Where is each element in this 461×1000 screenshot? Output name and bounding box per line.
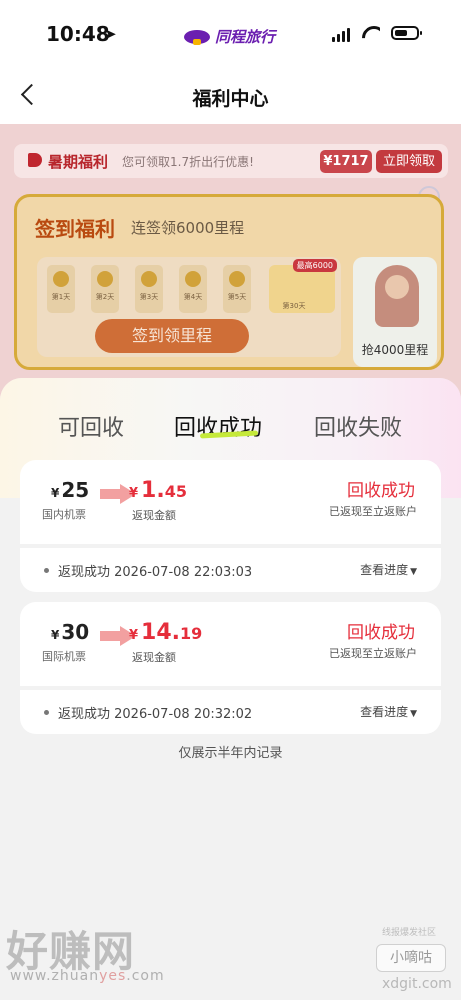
record-time: 返现成功 2026-07-08 22:03:03 <box>58 565 253 580</box>
tab-bar: 可回收 回收成功 回收失败 <box>0 410 461 450</box>
history-note: 仅展示半年内记录 <box>178 746 283 761</box>
watermark-tagline: 线报爆发社区 <box>382 928 437 938</box>
signal-icon <box>332 28 350 42</box>
view-progress-link[interactable]: 查看进度 ▼ <box>360 703 417 720</box>
location-arrow-icon: ➤ <box>104 25 117 43</box>
brand-name: 同程旅行 <box>215 28 276 46</box>
chevron-down-icon: ▼ <box>410 709 417 719</box>
day-label: 第3天 <box>139 293 159 301</box>
record-status-desc: 已返现至立返账户 <box>329 647 417 660</box>
cashback-amount: ¥14.19 <box>129 620 203 645</box>
day-label: 第5天 <box>227 293 247 301</box>
original-amount: ¥25 <box>51 478 90 502</box>
page-title: 福利中心 <box>192 88 269 110</box>
max-tag: 最高6000 <box>292 259 337 272</box>
chevron-down-icon: ▼ <box>410 567 417 577</box>
view-progress-link[interactable]: 查看进度 ▼ <box>360 561 417 578</box>
coin-icon <box>53 271 69 287</box>
original-amount: ¥30 <box>51 620 90 644</box>
record-card: ¥25 国内机票 ¥1.45 返现金额 回收成功 已返现至立返账户 返现成功 2… <box>20 460 441 592</box>
record-time: 返现成功 2026-07-08 20:32:02 <box>58 707 253 722</box>
checkin-subtitle: 连签领6000里程 <box>131 219 245 237</box>
character-illustration <box>375 265 419 327</box>
cashback-label: 返现金额 <box>132 651 176 664</box>
record-status: 回收成功 <box>347 623 415 643</box>
wifi-icon <box>362 26 380 40</box>
banner-description: 您可领取1.7折出行优惠! <box>122 155 254 169</box>
coin-icon <box>229 271 245 287</box>
coin-icon <box>185 271 201 287</box>
record-status-desc: 已返现至立返账户 <box>329 505 417 518</box>
banner-price: ¥1717 <box>320 150 372 173</box>
brand-logo-icon <box>184 29 210 45</box>
bullet-dot <box>44 710 49 715</box>
day-label: 第1天 <box>51 293 71 301</box>
cashback-label: 返现金额 <box>132 509 176 522</box>
coin-icon <box>141 271 157 287</box>
record-footer: 返现成功 2026-07-08 22:03:03 查看进度 ▼ <box>20 548 441 592</box>
checkin-button[interactable]: 签到领里程 <box>95 319 249 353</box>
cashback-amount: ¥1.45 <box>129 478 187 503</box>
tab-recycle-failed[interactable]: 回收失败 <box>314 410 402 442</box>
navigation-bar: 福利中心 <box>0 66 461 124</box>
day-item: 第2天 <box>91 265 119 313</box>
status-time: 10:48 <box>46 22 110 46</box>
checkin-card: 签到福利 连签领6000里程 第1天 第2天 第3天 第4天 第5天 最高600… <box>14 194 444 370</box>
record-footer: 返现成功 2026-07-08 20:32:02 查看进度 ▼ <box>20 690 441 734</box>
record-status: 回收成功 <box>347 481 415 501</box>
record-summary: ¥30 国际机票 ¥14.19 返现金额 回收成功 已返现至立返账户 <box>20 602 441 686</box>
day-item: 第1天 <box>47 265 75 313</box>
promo-banner[interactable]: 暑期福利 您可领取1.7折出行优惠! ¥1717 立即领取 <box>14 144 448 178</box>
watermark-badge: 小嘀咕 <box>376 944 446 972</box>
record-card: ¥30 国际机票 ¥14.19 返现金额 回收成功 已返现至立返账户 返现成功 … <box>20 602 441 734</box>
day-item: 第4天 <box>179 265 207 313</box>
coin-icon <box>97 271 113 287</box>
record-summary: ¥25 国内机票 ¥1.45 返现金额 回收成功 已返现至立返账户 <box>20 460 441 544</box>
speaker-icon <box>28 153 42 167</box>
ticket-type: 国际机票 <box>42 650 86 663</box>
status-bar: 10:48 ➤ 同程旅行 <box>0 0 461 66</box>
ticket-type: 国内机票 <box>42 508 86 521</box>
day-label: 第30天 <box>282 302 306 310</box>
claim-button[interactable]: 立即领取 <box>376 150 442 173</box>
mileage-card[interactable]: 抢4000里程 <box>353 257 437 367</box>
day-item: 第5天 <box>223 265 251 313</box>
battery-icon <box>391 26 422 40</box>
day-30-item: 最高6000 第30天 <box>269 259 337 313</box>
checkin-title: 签到福利 <box>35 217 115 241</box>
banner-title: 暑期福利 <box>48 153 109 171</box>
day-label: 第2天 <box>95 293 115 301</box>
day-label: 第4天 <box>183 293 203 301</box>
mileage-label: 抢4000里程 <box>361 343 429 357</box>
day-item: 第3天 <box>135 265 163 313</box>
recycle-sheet: 可回收 回收成功 回收失败 ¥25 国内机票 ¥1.45 返现金额 回收成功 已… <box>0 378 461 1000</box>
watermark-url: www.zhuanyes.com <box>10 968 165 984</box>
watermark-domain: xdgit.com <box>382 976 452 992</box>
app-brand: 同程旅行 <box>184 26 275 47</box>
tab-recyclable[interactable]: 可回收 <box>58 410 124 442</box>
bullet-dot <box>44 568 49 573</box>
